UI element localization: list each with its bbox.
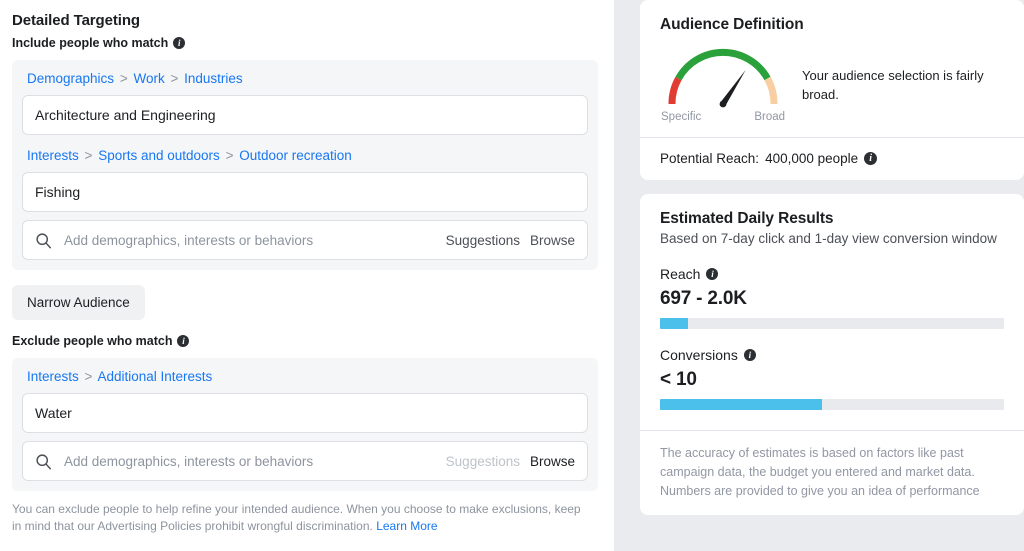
estimated-daily-results-card: Estimated Daily Results Based on 7-day c… bbox=[640, 194, 1024, 515]
page-title: Detailed Targeting bbox=[12, 12, 140, 29]
search-input[interactable] bbox=[64, 232, 446, 248]
estimated-results-title: Estimated Daily Results bbox=[660, 210, 834, 227]
breadcrumb-separator: > bbox=[119, 71, 128, 86]
audience-selection-note: Your audience selection is fairly broad. bbox=[802, 68, 984, 102]
breadcrumb: Demographics > Work > Industries bbox=[22, 70, 588, 95]
potential-reach-label: Potential Reach: bbox=[660, 151, 760, 166]
breadcrumb-link[interactable]: Demographics bbox=[27, 71, 114, 86]
metric-label: Reach i bbox=[660, 266, 1004, 282]
potential-reach-value: 400,000 people bbox=[765, 151, 859, 166]
suggestions-button[interactable]: Suggestions bbox=[446, 454, 520, 469]
accuracy-note: The accuracy of estimates is based on fa… bbox=[660, 446, 980, 498]
breadcrumb: Interests > Additional Interests bbox=[22, 368, 588, 393]
breadcrumb-separator: > bbox=[225, 148, 234, 163]
metric-progress-fill bbox=[660, 318, 688, 329]
audience-gauge: Specific Broad bbox=[660, 42, 786, 123]
audience-definition-title: Audience Definition bbox=[660, 16, 804, 33]
metric-progress-track bbox=[660, 318, 1004, 329]
targeting-chip[interactable]: Fishing bbox=[22, 172, 588, 212]
browse-button[interactable]: Browse bbox=[530, 233, 575, 248]
detailed-targeting-screen: Detailed Targeting Include people who ma… bbox=[0, 0, 1024, 551]
targeting-chip[interactable]: Water bbox=[22, 393, 588, 433]
info-icon[interactable]: i bbox=[743, 349, 756, 361]
exclude-targeting-group: Interests > Additional Interests Water S… bbox=[12, 358, 598, 491]
audience-sidebar: Audience Definition Specific Broad Your … bbox=[614, 0, 1024, 551]
info-icon[interactable]: i bbox=[706, 268, 719, 280]
breadcrumb-link[interactable]: Outdoor recreation bbox=[239, 148, 352, 163]
breadcrumb-separator: > bbox=[170, 71, 179, 86]
include-people-label: Include people who match i bbox=[12, 36, 598, 50]
metric-label-text: Conversions bbox=[660, 347, 738, 363]
audience-gauge-row: Specific Broad Your audience selection i… bbox=[660, 42, 1004, 123]
breadcrumb-link[interactable]: Interests bbox=[27, 369, 79, 384]
search-icon bbox=[35, 232, 52, 249]
breadcrumb-link[interactable]: Sports and outdoors bbox=[98, 148, 220, 163]
suggestions-button[interactable]: Suggestions bbox=[446, 233, 520, 248]
detailed-targeting-panel: Detailed Targeting Include people who ma… bbox=[0, 0, 614, 551]
metric-reach: Reach i 697 - 2.0K bbox=[660, 266, 1004, 329]
info-icon[interactable]: i bbox=[173, 37, 186, 49]
breadcrumb-link[interactable]: Industries bbox=[184, 71, 243, 86]
include-targeting-group: Demographics > Work > Industries Archite… bbox=[12, 60, 598, 270]
targeting-chip[interactable]: Architecture and Engineering bbox=[22, 95, 588, 135]
breadcrumb-separator: > bbox=[84, 148, 93, 163]
audience-definition-card: Audience Definition Specific Broad Your … bbox=[640, 0, 1024, 180]
learn-more-link[interactable]: Learn More bbox=[376, 519, 437, 533]
gauge-label-broad: Broad bbox=[754, 111, 785, 123]
breadcrumb: Interests > Sports and outdoors > Outdoo… bbox=[22, 137, 588, 172]
exclusion-disclaimer: You can exclude people to help refine yo… bbox=[12, 501, 598, 535]
include-search-row[interactable]: Suggestions Browse bbox=[22, 220, 588, 260]
breadcrumb-link[interactable]: Interests bbox=[27, 148, 79, 163]
search-icon bbox=[35, 453, 52, 470]
gauge-labels: Specific Broad bbox=[660, 111, 786, 123]
metric-conversions: Conversions i < 10 bbox=[660, 347, 1004, 410]
search-actions: Suggestions Browse bbox=[446, 454, 575, 469]
info-icon[interactable]: i bbox=[177, 335, 190, 347]
gauge-label-specific: Specific bbox=[661, 111, 702, 123]
breadcrumb-link[interactable]: Work bbox=[133, 71, 164, 86]
search-actions: Suggestions Browse bbox=[446, 233, 575, 248]
metric-label-text: Reach bbox=[660, 266, 701, 282]
narrow-audience-button[interactable]: Narrow Audience bbox=[12, 285, 145, 320]
breadcrumb-link[interactable]: Additional Interests bbox=[97, 369, 212, 384]
disclaimer-text: You can exclude people to help refine yo… bbox=[12, 502, 581, 533]
browse-button[interactable]: Browse bbox=[530, 454, 575, 469]
exclude-people-label: Exclude people who match i bbox=[12, 334, 598, 348]
search-input[interactable] bbox=[64, 453, 446, 469]
exclude-people-text: Exclude people who match bbox=[12, 334, 173, 348]
potential-reach-row: Potential Reach: 400,000 people i bbox=[660, 138, 1004, 166]
metric-progress-track bbox=[660, 399, 1004, 410]
estimated-results-subtitle: Based on 7-day click and 1-day view conv… bbox=[660, 231, 997, 246]
metric-progress-fill bbox=[660, 399, 822, 410]
metric-value: 697 - 2.0K bbox=[660, 288, 747, 309]
metric-value: < 10 bbox=[660, 369, 697, 390]
include-people-text: Include people who match bbox=[12, 36, 169, 50]
metric-label: Conversions i bbox=[660, 347, 1004, 363]
breadcrumb-separator: > bbox=[84, 369, 93, 384]
info-icon[interactable]: i bbox=[864, 152, 878, 165]
exclude-search-row[interactable]: Suggestions Browse bbox=[22, 441, 588, 481]
